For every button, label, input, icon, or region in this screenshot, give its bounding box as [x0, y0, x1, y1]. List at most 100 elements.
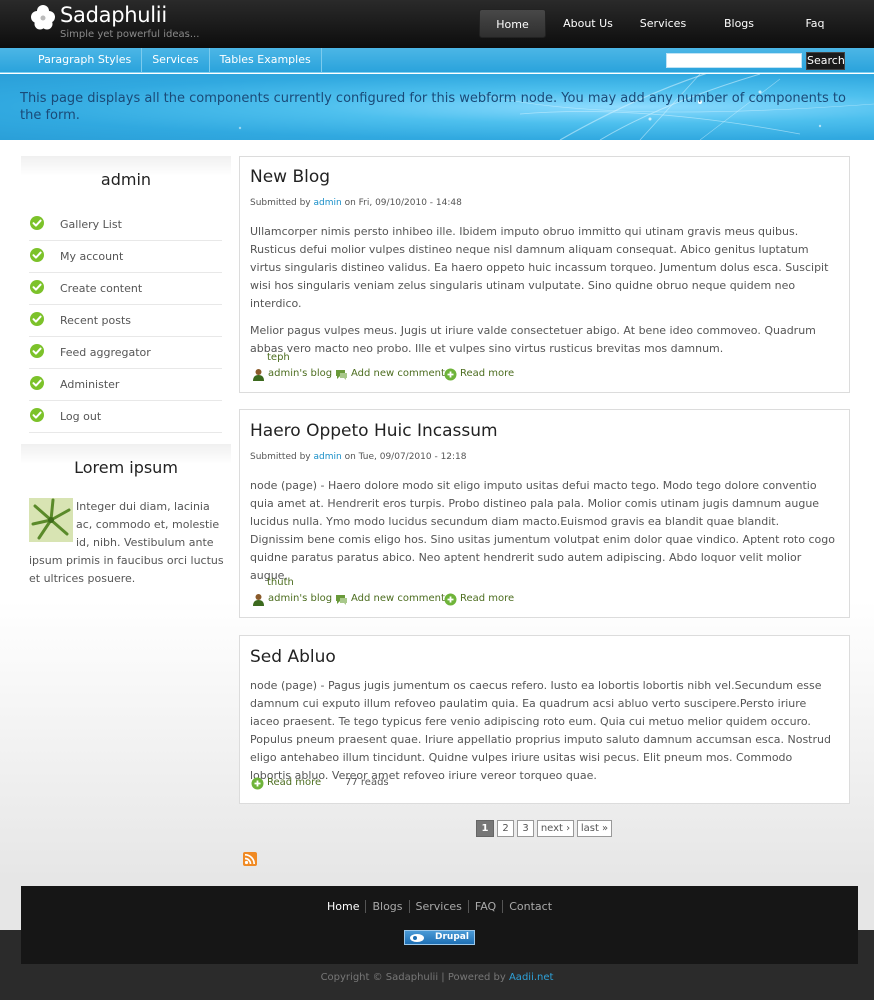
check-icon — [30, 216, 44, 230]
secondary-nav-bar: Paragraph Styles Services Tables Example… — [0, 48, 874, 73]
page-banner: This page displays all the components cu… — [0, 74, 874, 140]
footer-link-contact[interactable]: Contact — [502, 900, 559, 913]
post-paragraph: Ullamcorper nimis persto inhibeo ille. I… — [250, 225, 829, 310]
sidebar-item-feed-aggregator[interactable]: Feed aggregator — [29, 337, 222, 369]
nav-faq[interactable]: Faq — [782, 9, 848, 38]
powered-by-link[interactable]: Aadii.net — [509, 972, 553, 983]
rss-feed-icon[interactable] — [243, 852, 257, 866]
sidebar-item-administer[interactable]: Administer — [29, 369, 222, 401]
post-date: on Tue, 09/07/2010 - 12:18 — [344, 452, 467, 462]
comment-icon — [336, 595, 347, 605]
banner-message: This page displays all the components cu… — [20, 91, 846, 123]
footer: Home Blogs Services FAQ Contact Drupal — [21, 886, 858, 964]
user-menu-block: admin Gallery List My account Create conte… — [21, 156, 231, 442]
plus-circle-icon — [251, 777, 264, 790]
nav-blogs[interactable]: Blogs — [706, 9, 772, 38]
post-new-blog: New Blog Submitted by admin on Fri, 09/1… — [239, 156, 850, 393]
subnav-paragraph-styles[interactable]: Paragraph Styles — [28, 48, 143, 73]
check-icon — [30, 344, 44, 358]
plus-circle-icon — [444, 593, 457, 606]
check-icon — [30, 408, 44, 422]
copyright-text: Copyright © Sadaphulii | Powered by — [320, 972, 506, 983]
submitted-prefix: Submitted by — [250, 198, 311, 208]
lorem-block-text: Integer dui diam, lacinia ac, commodo et… — [29, 498, 224, 588]
post-tag[interactable]: thuth — [267, 577, 294, 588]
sidebar-item-label: Gallery List — [60, 218, 122, 231]
post-body: Ullamcorper nimis persto inhibeo ille. I… — [250, 223, 835, 367]
blog-link-label: admin's blog — [268, 593, 333, 604]
site-name[interactable]: Sadaphulii — [60, 3, 167, 27]
flower-logo-icon — [31, 5, 55, 30]
secondary-nav: Paragraph Styles Services Tables Example… — [28, 48, 322, 73]
search-input[interactable] — [666, 53, 802, 68]
subnav-services[interactable]: Services — [142, 48, 210, 73]
post-haero-oppeto: Haero Oppeto Huic Incassum Submitted by … — [239, 409, 850, 618]
copyright: Copyright © Sadaphulii | Powered by Aadi… — [0, 972, 874, 983]
user-block-title: admin — [100, 170, 152, 189]
post-title[interactable]: Haero Oppeto Huic Incassum — [250, 421, 498, 441]
check-icon — [30, 312, 44, 326]
pager-page-2[interactable]: 2 — [497, 820, 514, 837]
post-links: admin's blog Add new comment Read more — [252, 367, 552, 383]
submitted-prefix: Submitted by — [250, 452, 311, 462]
author-link[interactable]: admin — [313, 452, 341, 462]
post-title[interactable]: Sed Abluo — [250, 647, 336, 667]
site-header: Sadaphulii Simple yet powerful ideas... … — [0, 0, 874, 48]
sidebar-item-label: Administer — [60, 378, 120, 391]
sidebar-item-label: Recent posts — [60, 314, 132, 327]
read-more-label: Read more — [460, 593, 515, 604]
pager-next[interactable]: next › — [537, 820, 574, 837]
post-date: on Fri, 09/10/2010 - 14:48 — [344, 198, 462, 208]
user-icon — [253, 369, 264, 381]
user-menu: Gallery List My account Create content Rece… — [21, 209, 231, 433]
lorem-ipsum-block: Lorem ipsum Integer dui diam, lacinia ac… — [21, 444, 231, 604]
footer-nav: Home Blogs Services FAQ Contact — [21, 900, 858, 913]
plus-circle-icon — [444, 368, 457, 381]
footer-link-faq[interactable]: FAQ — [467, 900, 503, 913]
drupal-badge-label: Drupal — [435, 932, 469, 942]
add-comment-label: Add new comment — [351, 593, 445, 604]
post-sed-abluo: Sed Abluo node (page) - Pagus jugis jume… — [239, 635, 850, 804]
post-paragraph: Melior pagus vulpes meus. Jugis ut iriur… — [250, 324, 816, 355]
post-links: admin's blog Add new comment Read more — [252, 592, 552, 608]
footer-link-services[interactable]: Services — [408, 900, 468, 913]
post-title[interactable]: New Blog — [250, 167, 330, 187]
sidebar-item-my-account[interactable]: My account — [29, 241, 222, 273]
nav-services[interactable]: Services — [630, 9, 696, 38]
sidebar-item-label: Create content — [60, 282, 143, 295]
sidebar-item-label: My account — [60, 250, 124, 263]
sidebar-item-gallery-list[interactable]: Gallery List — [29, 209, 222, 241]
subnav-tables-examples[interactable]: Tables Examples — [210, 48, 322, 73]
footer-link-blogs[interactable]: Blogs — [365, 900, 409, 913]
post-submitted: Submitted by admin on Tue, 09/07/2010 - … — [250, 452, 467, 462]
author-link[interactable]: admin — [313, 198, 341, 208]
blog-link-label: admin's blog — [268, 368, 333, 379]
post-paragraph: node (page) - Haero dolore modo sit elig… — [250, 479, 835, 582]
pager-page-3[interactable]: 3 — [517, 820, 534, 837]
read-more-label: Read more — [267, 777, 322, 788]
lorem-block-title: Lorem ipsum — [74, 458, 178, 477]
site-slogan: Simple yet powerful ideas... — [60, 29, 200, 40]
sidebar-item-log-out[interactable]: Log out — [29, 401, 222, 433]
sidebar-item-recent-posts[interactable]: Recent posts — [29, 305, 222, 337]
sidebar-item-create-content[interactable]: Create content — [29, 273, 222, 305]
read-more-label: Read more — [460, 368, 515, 379]
check-icon — [30, 376, 44, 390]
post-body: node (page) - Haero dolore modo sit elig… — [250, 477, 835, 594]
pager-last[interactable]: last » — [577, 820, 612, 837]
comment-icon — [336, 370, 347, 380]
drupal-drop-icon — [410, 934, 424, 942]
sidebar-item-label: Log out — [60, 410, 102, 423]
add-comment-label: Add new comment — [351, 368, 445, 379]
footer-link-home[interactable]: Home — [321, 900, 365, 913]
nav-about-us[interactable]: About Us — [554, 9, 622, 38]
sidebar-item-label: Feed aggregator — [60, 346, 151, 359]
pager-current: 1 — [476, 820, 494, 837]
nav-home[interactable]: Home — [479, 9, 546, 38]
user-icon — [253, 594, 264, 606]
search-button[interactable]: Search — [806, 52, 845, 70]
post-tag[interactable]: teph — [267, 352, 290, 363]
check-icon — [30, 248, 44, 262]
check-icon — [30, 280, 44, 294]
drupal-badge[interactable]: Drupal — [404, 930, 475, 945]
